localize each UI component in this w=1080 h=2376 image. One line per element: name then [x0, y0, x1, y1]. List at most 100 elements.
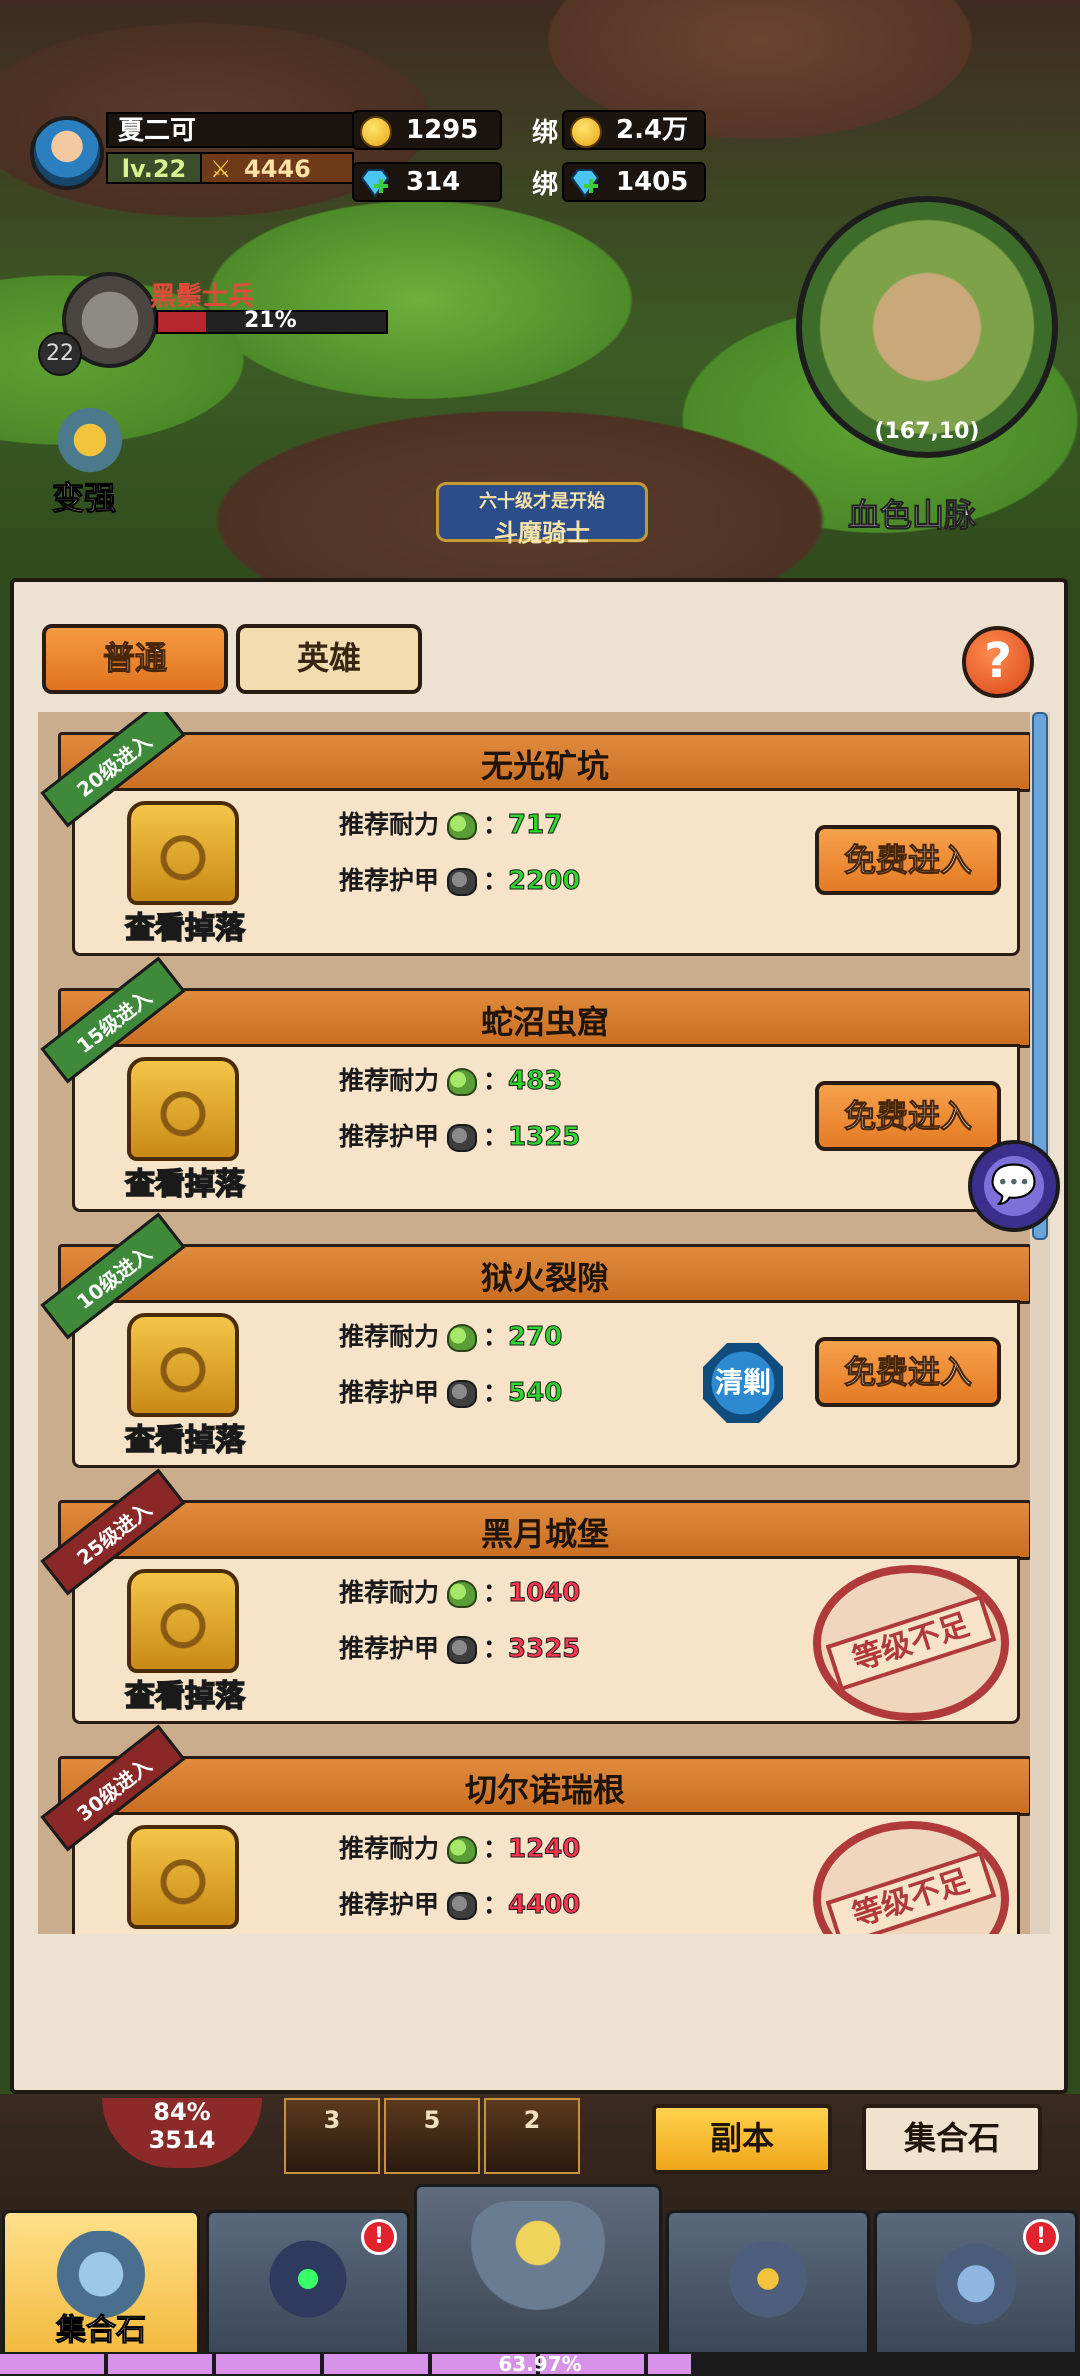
colon: ： [483, 1578, 509, 1607]
treasure-chest-icon[interactable] [127, 801, 239, 905]
dungeon-title: 切尔诺瑞根 [464, 1771, 625, 1809]
armor-label: 推荐护甲 [339, 1634, 440, 1663]
nav-battle[interactable] [414, 2184, 662, 2360]
level-insufficient-label: 等级不足 [825, 1594, 997, 1692]
health-icon [447, 1836, 478, 1864]
health-icon [447, 1324, 478, 1352]
view-drops-button[interactable]: 查看掉落 [105, 903, 265, 947]
armor-value: 540 [508, 1378, 563, 1409]
player-power: ⚔ 4446 [200, 152, 354, 184]
dungeon-card: 蛇沼虫窟 查看掉落 推荐耐力 ：483 推荐护甲 ：1325 免费进入 15级进入 [40, 956, 1032, 1216]
enemy-hp-fill [158, 312, 206, 332]
bound-diamond-counter[interactable]: 1405 [562, 162, 706, 202]
dungeon-card: 无光矿坑 查看掉落 推荐耐力 ：717 推荐护甲 ：2200 免费进入 20级进入 [40, 712, 1032, 960]
armor-label: 推荐护甲 [339, 1378, 440, 1407]
dungeon-title: 黑月城堡 [480, 1515, 609, 1553]
view-drops-button[interactable]: 查看掉落 [105, 1159, 265, 1203]
health-icon [447, 1068, 478, 1096]
sweep-button[interactable]: 清剿 [703, 1343, 783, 1423]
quest-title: 斗魔骑士 [494, 519, 590, 547]
player-avatar[interactable] [30, 116, 104, 190]
armor-label: 推荐护甲 [339, 1122, 440, 1151]
skill-slot[interactable]: 3 [284, 2098, 380, 2174]
minimap-coordinates: (167,10) [874, 419, 980, 444]
nav-gathering-stone[interactable]: 集合石 [2, 2210, 200, 2360]
level-insufficient-label: 等级不足 [825, 1850, 997, 1934]
skill-slot[interactable]: 2 [484, 2098, 580, 2174]
endurance-label: 推荐耐力 [339, 1322, 440, 1351]
armor-icon [447, 1380, 478, 1408]
dungeon-card-body: 查看掉落 推荐耐力 ：270 推荐护甲 ：540 清剿 免费进入 [72, 1300, 1020, 1468]
gathering-stone-button[interactable]: 集合石 [862, 2104, 1042, 2174]
level-insufficient-stamp: 等级不足 [813, 1821, 1009, 1934]
diamond-plus-icon [360, 169, 390, 198]
dungeon-card-header: 切尔诺瑞根 [58, 1756, 1032, 1816]
experience-percent: 63.97% [498, 2352, 582, 2376]
star-badge-icon [50, 405, 130, 475]
armor-icon [447, 1892, 478, 1920]
recommended-endurance: 推荐耐力 ：483 [339, 1061, 563, 1101]
colon: ： [483, 866, 509, 895]
view-drops-button[interactable]: 查看掉落 [105, 1671, 265, 1715]
strengthen-label: 变强 [51, 479, 117, 518]
bound-label: 绑 [532, 118, 559, 148]
treasure-chest-icon[interactable] [127, 1825, 239, 1929]
dungeon-card: 切尔诺瑞根 查看掉落 推荐耐力：1240 推荐护甲：4400 等级不足 30级进… [40, 1724, 1032, 1934]
health-icon [447, 812, 478, 840]
player-name: 夏二可 [106, 112, 356, 148]
armor-value: 2200 [508, 866, 581, 897]
skull-crossed-swords-icon [468, 2201, 608, 2341]
alert-badge: ! [361, 2219, 397, 2255]
treasure-chest-icon[interactable] [127, 1313, 239, 1417]
treasure-chest-icon[interactable] [127, 1569, 239, 1673]
free-enter-button[interactable]: 免费进入 [815, 1337, 1001, 1407]
dungeon-button[interactable]: 副本 [652, 2104, 832, 2174]
armor-value: 3325 [508, 1634, 581, 1665]
gate-icon [718, 2231, 818, 2327]
recommended-armor: 推荐护甲 ：3325 [339, 1629, 581, 1669]
hooded-mage-icon [258, 2231, 358, 2327]
skill-slot[interactable]: 5 [384, 2098, 480, 2174]
enemy-name: 黑鬃士兵 [150, 282, 255, 312]
nav-castle[interactable]: ! [874, 2210, 1078, 2360]
quest-badge[interactable]: 六十级才是开始 斗魔骑士 [436, 482, 648, 547]
nav-mage[interactable]: ! [206, 2210, 410, 2360]
armor-value: 4400 [508, 1890, 581, 1921]
free-enter-button[interactable]: 免费进入 [815, 825, 1001, 895]
health-icon [447, 1580, 478, 1608]
gold-coin-plus-icon [570, 116, 602, 148]
dungeon-list[interactable]: 无光矿坑 查看掉落 推荐耐力 ：717 推荐护甲 ：2200 免费进入 20级进入 … [38, 712, 1038, 1934]
colon: ： [483, 1834, 509, 1863]
dungeon-card: 狱火裂隙 查看掉落 推荐耐力 ：270 推荐护甲 ：540 清剿 免费进入 10级进… [40, 1212, 1032, 1472]
free-enter-button[interactable]: 免费进入 [815, 1081, 1001, 1151]
nav-label: 集合石 [56, 2313, 147, 2349]
help-button[interactable]: ? [962, 626, 1034, 698]
tab-hero[interactable]: 英雄 [236, 624, 422, 694]
dungeon-title: 狱火裂隙 [480, 1259, 609, 1297]
endurance-value: 483 [508, 1066, 563, 1097]
tab-normal[interactable]: 普通 [42, 624, 228, 694]
endurance-value: 717 [508, 810, 563, 841]
treasure-chest-icon[interactable] [127, 1057, 239, 1161]
dungeon-title: 蛇沼虫窟 [480, 1003, 609, 1041]
chat-bubble-icon: 💬 [990, 1162, 1038, 1206]
nav-guild[interactable] [666, 2210, 870, 2360]
dungeon-card-body: 查看掉落 推荐耐力 ：483 推荐护甲 ：1325 免费进入 [72, 1044, 1020, 1212]
endurance-value: 270 [508, 1322, 563, 1353]
armor-icon [447, 1636, 478, 1664]
colon: ： [483, 1122, 509, 1151]
chat-button[interactable]: 💬 [968, 1140, 1060, 1232]
view-drops-button[interactable]: 查看掉落 [105, 1927, 265, 1934]
bound-gold-counter[interactable]: 2.4万 [562, 110, 706, 150]
colon: ： [483, 1890, 509, 1919]
recommended-armor: 推荐护甲 ：1325 [339, 1117, 581, 1157]
hp-value: 3514 [148, 2126, 216, 2154]
recommended-armor: 推荐护甲 ：4400 [339, 1885, 581, 1925]
diamond-counter[interactable]: 314 [352, 162, 502, 202]
dungeon-title: 无光矿坑 [480, 747, 609, 785]
armor-value: 1325 [508, 1122, 581, 1153]
strengthen-button[interactable]: 变强 [40, 405, 140, 518]
minimap[interactable]: (167,10) [796, 196, 1058, 458]
view-drops-button[interactable]: 查看掉落 [105, 1415, 265, 1459]
endurance-label: 推荐耐力 [339, 810, 440, 839]
